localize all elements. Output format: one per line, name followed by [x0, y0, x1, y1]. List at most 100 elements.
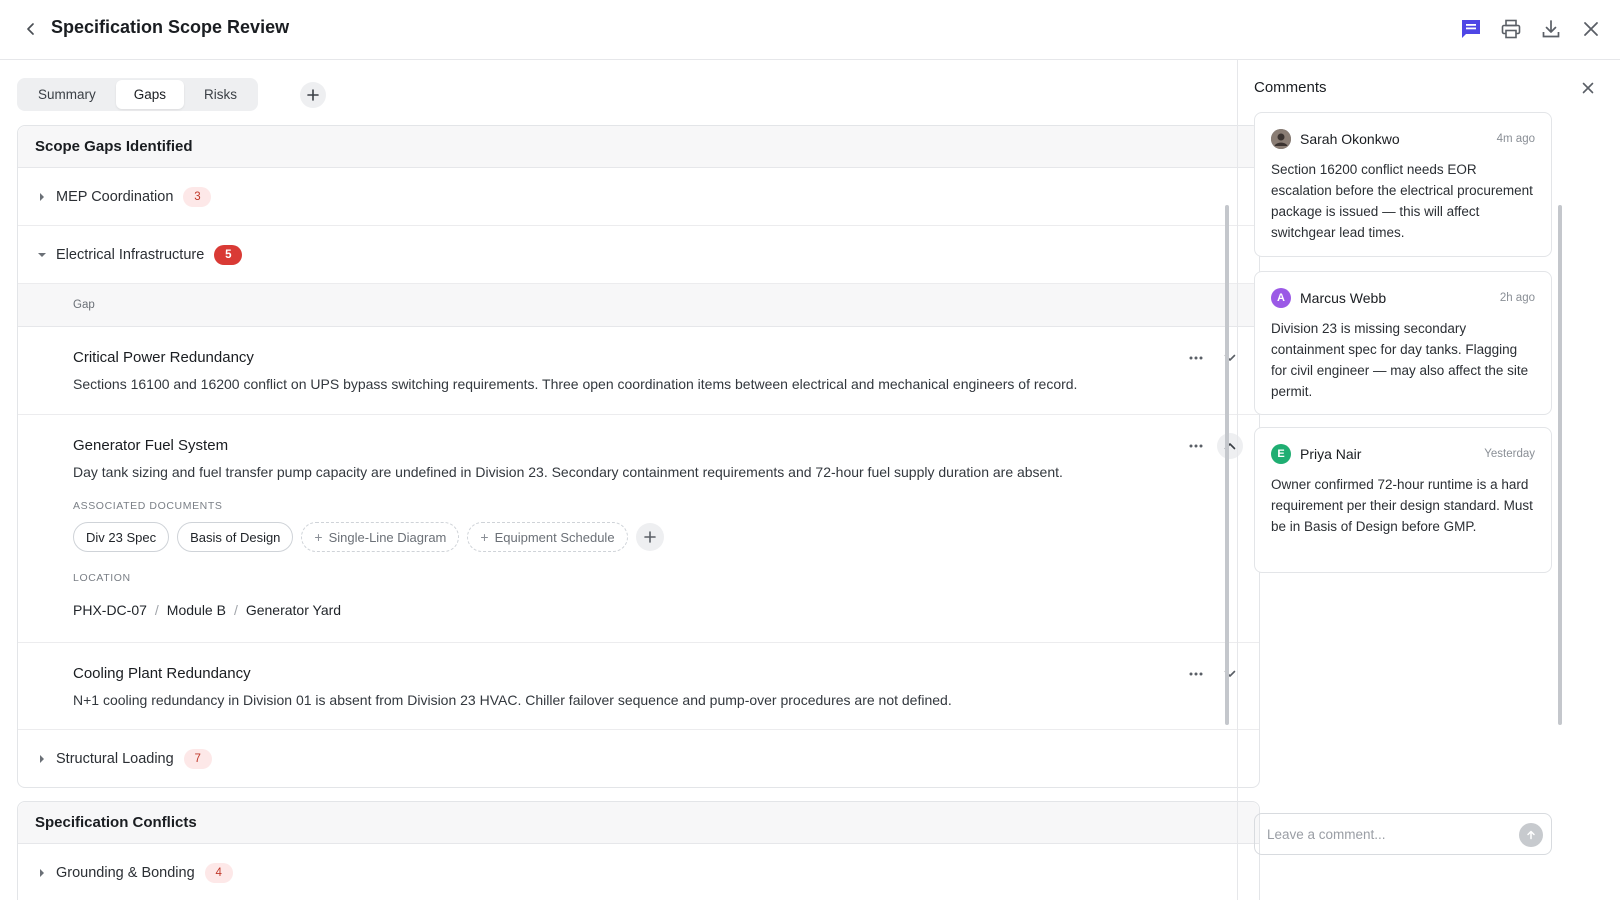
comment-header: E Priya Nair Yesterday — [1271, 444, 1535, 464]
document-chip[interactable]: Basis of Design — [177, 522, 294, 552]
location-site: PHX-DC-07 — [73, 602, 147, 618]
count-badge: 7 — [183, 748, 212, 769]
user-photo-icon — [1271, 129, 1291, 149]
close-icon — [1582, 82, 1594, 94]
download-button[interactable] — [1536, 14, 1566, 44]
count-badge: 3 — [183, 186, 212, 207]
comment-author: Marcus Webb — [1300, 290, 1387, 306]
top-bar: Specification Scope Review — [0, 0, 1620, 60]
gap-title: Cooling Plant Redundancy — [73, 665, 251, 682]
comment-header: Sarah Okonkwo 4m ago — [1271, 129, 1535, 149]
item-actions — [1183, 345, 1243, 371]
tab-risks[interactable]: Risks — [186, 80, 255, 109]
back-button[interactable] — [18, 16, 44, 42]
comment-body: Section 16200 conflict needs EOR escalat… — [1271, 162, 1533, 240]
arrow-up-icon — [1527, 830, 1535, 840]
comments-toggle-button[interactable] — [1456, 14, 1486, 44]
comment-header: A Marcus Webb 2h ago — [1271, 288, 1535, 308]
group-label: Structural Loading — [56, 750, 174, 767]
breadcrumb-separator: / — [154, 602, 159, 618]
comment-body: Owner confirmed 72-hour runtime is a har… — [1271, 477, 1533, 534]
comment-input-placeholder: Leave a comment... — [1267, 826, 1386, 842]
group-label: Grounding & Bonding — [56, 864, 195, 881]
gap-item-cooling-plant: Cooling Plant Redundancy N+1 cooling red… — [18, 643, 1259, 730]
gap-description: Sections 16100 and 16200 conflict on UPS… — [73, 376, 1078, 392]
suggested-document-chip[interactable]: + Equipment Schedule — [467, 522, 628, 552]
group-row-mep[interactable]: MEP Coordination 3 — [18, 168, 1259, 226]
avatar: A — [1271, 288, 1291, 308]
group-row-structural[interactable]: Structural Loading 7 — [18, 730, 1259, 787]
comment-card: E Priya Nair Yesterday Owner confirmed 7… — [1254, 427, 1552, 573]
scope-gaps-card: Scope Gaps Identified MEP Coordination 3… — [17, 125, 1260, 788]
comment-card: Sarah Okonkwo 4m ago Section 16200 confl… — [1254, 112, 1552, 257]
group-label: Electrical Infrastructure — [56, 246, 205, 263]
close-icon — [1584, 22, 1598, 36]
plus-icon — [643, 531, 656, 543]
document-chip[interactable]: Div 23 Spec — [73, 522, 170, 552]
comments-scrollbar[interactable] — [1558, 205, 1562, 725]
breadcrumb-separator: / — [233, 602, 238, 618]
location-breadcrumb: PHX-DC-07 / Module B / Generator Yard — [73, 602, 1179, 618]
caret-right-icon — [37, 192, 47, 202]
download-icon — [1542, 20, 1560, 38]
more-horizontal-icon — [1189, 672, 1203, 676]
send-comment-button[interactable] — [1519, 823, 1543, 847]
plus-icon: + — [314, 529, 323, 545]
comment-body: Division 23 is missing secondary contain… — [1271, 321, 1529, 399]
comment-icon — [1462, 20, 1480, 38]
add-document-button[interactable] — [635, 523, 664, 551]
caret-right-icon — [37, 868, 47, 878]
group-label: MEP Coordination — [56, 188, 174, 205]
main-scrollbar[interactable] — [1225, 205, 1229, 725]
location-module: Module B — [166, 602, 226, 618]
caret-right-icon — [37, 754, 47, 764]
comments-title: Comments — [1254, 79, 1327, 96]
avatar — [1271, 129, 1291, 149]
tab-bar: Summary Gaps Risks — [17, 78, 259, 111]
location-area: Generator Yard — [245, 602, 342, 618]
tab-gaps[interactable]: Gaps — [115, 80, 185, 109]
comment-card: A Marcus Webb 2h ago Division 23 is miss… — [1254, 271, 1552, 415]
count-badge: 5 — [214, 244, 243, 265]
count-badge: 4 — [204, 862, 233, 883]
group-row-electrical[interactable]: Electrical Infrastructure 5 — [18, 226, 1259, 284]
plus-icon: + — [480, 529, 489, 545]
associated-documents-label: ASSOCIATED DOCUMENTS — [73, 500, 223, 512]
card-title: Specification Conflicts — [18, 802, 1259, 844]
more-options-button[interactable] — [1183, 661, 1209, 687]
suggested-document-chip[interactable]: + Single-Line Diagram — [301, 522, 460, 552]
tab-summary[interactable]: Summary — [20, 80, 114, 109]
chevron-left-icon — [27, 23, 34, 35]
spec-conflicts-card: Specification Conflicts Grounding & Bond… — [17, 801, 1260, 900]
close-button[interactable] — [1576, 14, 1606, 44]
comment-time: Yesterday — [1484, 448, 1535, 460]
close-comments-button[interactable] — [1578, 78, 1598, 98]
more-options-button[interactable] — [1183, 345, 1209, 371]
comment-input[interactable]: Leave a comment... — [1254, 813, 1552, 855]
gap-title: Generator Fuel System — [73, 437, 229, 454]
group-row-grounding[interactable]: Grounding & Bonding 4 — [18, 844, 1259, 900]
comment-time: 4m ago — [1496, 133, 1535, 145]
card-title: Scope Gaps Identified — [18, 126, 1259, 168]
caret-down-icon — [37, 250, 47, 260]
item-actions — [1183, 661, 1243, 687]
gap-description: N+1 cooling redundancy in Division 01 is… — [73, 692, 952, 708]
gap-item-generator-fuel: Generator Fuel System Day tank sizing an… — [18, 415, 1259, 643]
more-options-button[interactable] — [1183, 433, 1209, 459]
gap-item-critical-power: Critical Power Redundancy Sections 16100… — [18, 327, 1259, 415]
gap-description: Day tank sizing and fuel transfer pump c… — [73, 464, 1063, 480]
plus-icon — [307, 89, 319, 101]
comment-author: Priya Nair — [1300, 446, 1362, 462]
avatar: E — [1271, 444, 1291, 464]
print-icon — [1501, 19, 1521, 39]
top-actions — [1456, 14, 1606, 44]
item-actions — [1183, 433, 1243, 459]
document-chips: Div 23 Spec Basis of Design + Single-Line… — [73, 522, 1179, 552]
chip-label: Single-Line Diagram — [328, 529, 447, 545]
add-tab-button[interactable] — [300, 82, 326, 108]
main-content: Summary Gaps Risks Scope Gaps Identified… — [0, 60, 1278, 900]
comment-time: 2h ago — [1499, 292, 1535, 304]
more-horizontal-icon — [1189, 356, 1203, 360]
location-label: LOCATION — [73, 572, 131, 584]
print-button[interactable] — [1496, 14, 1526, 44]
